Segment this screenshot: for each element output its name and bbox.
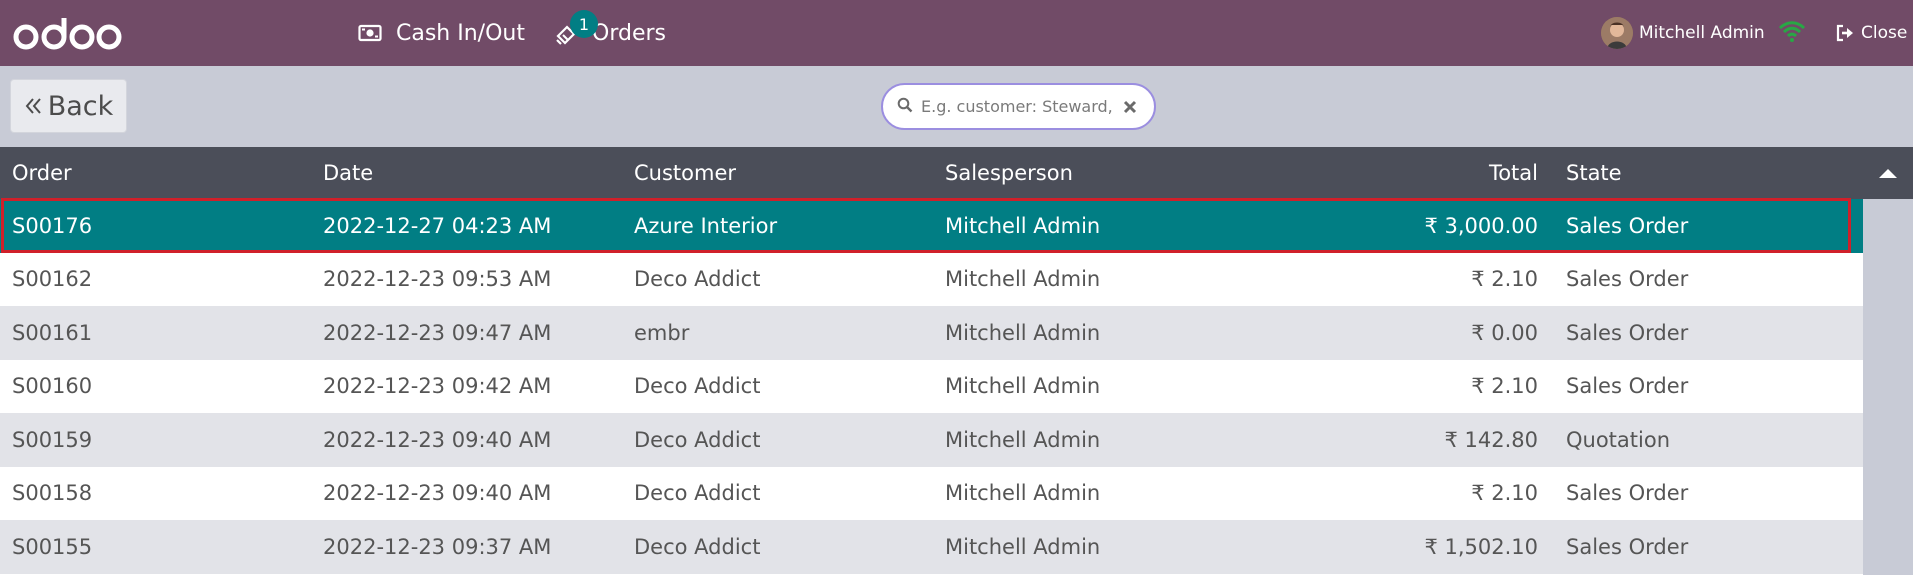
orders-table: Order Date Customer Salesperson Total St…	[0, 147, 1863, 575]
control-bar: Back	[0, 66, 1913, 147]
cell-state: Sales Order	[1566, 267, 1689, 292]
back-label: Back	[47, 90, 114, 122]
top-navbar: Cash In/Out Orders 1 Mitchell Admin Clos…	[0, 0, 1913, 66]
cell-customer: Deco Addict	[634, 534, 761, 559]
search-box	[881, 83, 1156, 130]
cell-salesperson: Mitchell Admin	[945, 213, 1101, 238]
cell-order: S00159	[12, 427, 93, 452]
cell-customer: Deco Addict	[634, 481, 761, 506]
cell-salesperson: Mitchell Admin	[945, 534, 1101, 559]
header-salesperson: Salesperson	[945, 161, 1073, 185]
table-row-selected[interactable]: S00176 2022-12-27 04:23 AM Azure Interio…	[0, 199, 1863, 253]
header-total: Total	[1488, 161, 1538, 185]
cell-total: ₹ 2.10	[1471, 481, 1538, 506]
cell-salesperson: Mitchell Admin	[945, 320, 1101, 345]
caret-up-icon	[1879, 169, 1897, 178]
double-chevron-left-icon	[24, 96, 42, 116]
cell-date: 2022-12-27 04:23 AM	[323, 213, 552, 238]
table-row[interactable]: S00161 2022-12-23 09:47 AM embr Mitchell…	[0, 306, 1863, 360]
cell-total: ₹ 142.80	[1444, 427, 1538, 452]
cell-total: ₹ 3,000.00	[1424, 213, 1538, 238]
cell-order: S00161	[12, 320, 93, 345]
cell-state: Sales Order	[1566, 534, 1689, 559]
cell-customer: Deco Addict	[634, 427, 761, 452]
cell-state: Sales Order	[1566, 374, 1689, 399]
cell-salesperson: Mitchell Admin	[945, 374, 1101, 399]
scroll-up-button[interactable]	[1863, 147, 1913, 199]
wifi-icon	[1778, 18, 1806, 48]
cell-customer: Azure Interior	[634, 213, 778, 238]
cell-salesperson: Mitchell Admin	[945, 481, 1101, 506]
search-input[interactable]	[921, 97, 1117, 116]
table-header: Order Date Customer Salesperson Total St…	[0, 147, 1863, 199]
cell-order: S00160	[12, 374, 93, 399]
table-row[interactable]: S00159 2022-12-23 09:40 AM Deco Addict M…	[0, 413, 1863, 467]
clear-search-icon[interactable]	[1123, 100, 1137, 114]
table-row[interactable]: S00158 2022-12-23 09:40 AM Deco Addict M…	[0, 466, 1863, 520]
back-button[interactable]: Back	[10, 79, 127, 133]
table-row[interactable]: S00160 2022-12-23 09:42 AM Deco Addict M…	[0, 359, 1863, 413]
user-menu[interactable]: Mitchell Admin	[1601, 0, 1765, 66]
user-name: Mitchell Admin	[1639, 23, 1765, 43]
cell-order: S00162	[12, 267, 93, 292]
cell-salesperson: Mitchell Admin	[945, 427, 1101, 452]
money-bill-icon	[358, 24, 382, 42]
sign-out-icon	[1836, 24, 1853, 42]
header-state: State	[1566, 161, 1622, 185]
cell-total: ₹ 0.00	[1471, 320, 1538, 345]
cash-in-out-button[interactable]: Cash In/Out	[358, 0, 525, 66]
cell-total: ₹ 1,502.10	[1424, 534, 1538, 559]
cell-state: Sales Order	[1566, 481, 1689, 506]
cell-order: S00158	[12, 481, 93, 506]
cell-date: 2022-12-23 09:40 AM	[323, 427, 552, 452]
header-customer: Customer	[634, 161, 737, 185]
orders-button[interactable]: Orders	[554, 0, 666, 66]
orders-label: Orders	[592, 20, 666, 46]
table-row[interactable]: S00155 2022-12-23 09:37 AM Deco Addict M…	[0, 520, 1863, 574]
table-row[interactable]: S00162 2022-12-23 09:53 AM Deco Addict M…	[0, 252, 1863, 306]
cell-state: Quotation	[1566, 427, 1671, 452]
cell-date: 2022-12-23 09:40 AM	[323, 481, 552, 506]
cell-date: 2022-12-23 09:47 AM	[323, 320, 552, 345]
avatar	[1601, 17, 1633, 49]
cell-total: ₹ 2.10	[1471, 374, 1538, 399]
cell-customer: Deco Addict	[634, 374, 761, 399]
cell-order: S00176	[12, 213, 93, 238]
close-label: Close	[1861, 23, 1908, 43]
cell-date: 2022-12-23 09:37 AM	[323, 534, 552, 559]
cell-state: Sales Order	[1566, 213, 1689, 238]
search-icon	[897, 97, 913, 117]
close-button[interactable]: Close	[1835, 0, 1907, 66]
cell-date: 2022-12-23 09:53 AM	[323, 267, 552, 292]
cell-total: ₹ 2.10	[1471, 267, 1538, 292]
cell-customer: Deco Addict	[634, 267, 761, 292]
cell-state: Sales Order	[1566, 320, 1689, 345]
cell-salesperson: Mitchell Admin	[945, 267, 1101, 292]
header-date: Date	[323, 161, 374, 185]
cell-customer: embr	[634, 320, 690, 345]
cell-date: 2022-12-23 09:42 AM	[323, 374, 552, 399]
orders-count-badge: 1	[570, 10, 598, 38]
cash-in-out-label: Cash In/Out	[396, 20, 525, 46]
odoo-logo[interactable]	[12, 14, 122, 54]
table-scrollbar[interactable]	[1863, 147, 1913, 575]
header-order: Order	[12, 161, 72, 185]
cell-order: S00155	[12, 534, 93, 559]
